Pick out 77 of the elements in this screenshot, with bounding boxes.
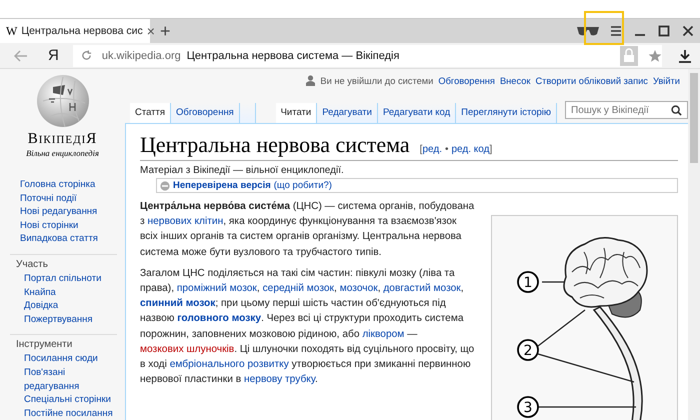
- sidebar-link[interactable]: Поточні події: [20, 192, 125, 206]
- close-icon[interactable]: [682, 25, 694, 37]
- callout-number: 2: [517, 339, 539, 361]
- personal-link[interactable]: Обговорення: [438, 76, 495, 86]
- site-tagline: Матеріал з Вікіпедії — вільної енциклопедії.: [140, 165, 345, 176]
- glasses-icon[interactable]: [576, 25, 600, 37]
- article-link[interactable]: ембріонального розвитку: [170, 359, 289, 370]
- sidebar-link[interactable]: Нові редагування: [20, 205, 125, 219]
- article-link[interactable]: середній мозок: [262, 283, 334, 294]
- page-title: Центральна нервова система — Вікіпедія: [186, 50, 400, 62]
- notice-link[interactable]: Неперевірена версія: [173, 180, 271, 191]
- page-tab[interactable]: Стаття: [130, 103, 172, 123]
- edit-link[interactable]: ред.: [422, 144, 442, 155]
- article-link[interactable]: ліквором: [362, 328, 404, 340]
- menu-icon[interactable]: [610, 25, 622, 37]
- maximize-icon[interactable]: [658, 25, 670, 37]
- sidebar-link[interactable]: Постійне посилання: [24, 406, 117, 420]
- notice-link[interactable]: (що робити?): [274, 180, 332, 191]
- leader-line: [538, 310, 586, 346]
- article-link[interactable]: головного мозку: [177, 313, 262, 324]
- sidebar-link[interactable]: Портал спільноти: [24, 272, 117, 286]
- wiki-logo-title[interactable]: ВікіпедіЯ: [28, 131, 98, 148]
- minus-circle-icon: [160, 180, 170, 190]
- personal-link[interactable]: Увійти: [652, 76, 680, 86]
- sidebar-link[interactable]: Головна сторінка: [20, 178, 125, 192]
- sidebar-heading: Інструменти: [16, 339, 74, 350]
- url-domain: uk.wikipedia.org: [102, 50, 181, 62]
- search-field[interactable]: Пошук у Вікіпедії: [565, 101, 688, 119]
- tab-title: Центральна нервова сис: [21, 25, 143, 37]
- download-icon[interactable]: [678, 48, 692, 62]
- bracket: [: [420, 144, 422, 155]
- edit-link[interactable]: ред. код: [452, 144, 490, 155]
- sidebar-link[interactable]: Посилання сюди: [24, 352, 117, 366]
- wikipedia-favicon-icon: W: [6, 24, 18, 38]
- bracket: ]: [489, 144, 492, 155]
- new-tab-button[interactable]: +: [160, 20, 171, 42]
- article-link[interactable]: проміжний мозок: [176, 283, 257, 294]
- sidebar-link[interactable]: Довідка: [24, 299, 117, 313]
- wiki-logo-tagline: Вільна енциклопедія: [26, 148, 99, 158]
- callout-number: 1: [517, 271, 539, 293]
- view-tab[interactable]: Редагувати: [317, 103, 378, 123]
- article-link[interactable]: мозочок: [340, 283, 378, 294]
- article-link[interactable]: нервових клітин: [148, 216, 224, 228]
- leader-line: [542, 281, 565, 283]
- callout-number: 3: [517, 396, 539, 418]
- separator-dot: •: [444, 144, 448, 155]
- user-icon: [306, 75, 316, 86]
- scrollbar[interactable]: [688, 69, 700, 420]
- highlight-frame: [584, 11, 624, 45]
- view-tab[interactable]: Переглянути історію: [456, 103, 557, 123]
- personal-link[interactable]: Створити обліковий запис: [535, 76, 648, 86]
- sidebar-link[interactable]: Пожертвування: [24, 312, 117, 326]
- sidebar-link[interactable]: Кнайпа: [24, 286, 117, 300]
- article-link[interactable]: нервову трубку: [244, 374, 315, 386]
- address-field[interactable]: uk.wikipedia.org Центральна нервова система — Вікіпедія: [72, 44, 662, 66]
- search-icon[interactable]: [671, 104, 682, 116]
- scrollbar-thumb[interactable]: [690, 73, 698, 163]
- article-link[interactable]: довгастий мозок: [383, 283, 461, 294]
- sidebar-link[interactable]: Нові сторінки: [20, 218, 125, 232]
- page-tab[interactable]: Обговорення: [171, 103, 240, 123]
- sidebar-link[interactable]: Випадкова стаття: [20, 232, 125, 246]
- view-tab[interactable]: Редагувати код: [378, 103, 456, 123]
- view-tab[interactable]: Читати: [276, 103, 318, 123]
- reload-icon[interactable]: [80, 50, 92, 61]
- article-title: Центральна нервова система: [140, 132, 410, 158]
- globe-drawing[interactable]: [34, 73, 90, 129]
- sidebar-link[interactable]: Пов'язані редагування: [24, 366, 117, 394]
- sidebar-heading: Участь: [16, 258, 49, 270]
- personal-link[interactable]: Внесок: [500, 76, 530, 86]
- article-link[interactable]: спинний мозок: [140, 298, 216, 310]
- browser-logo[interactable]: Я: [48, 47, 59, 64]
- sidebar-link[interactable]: Спеціальні сторінки: [24, 393, 117, 407]
- paragraph: Загалом ЦНС поділяється на такі сім частин: півкулі мозку (ліва та права), проміжний мозок, середній мозок, мозочок, довгастий мозок, спинний мозок; при цьому перші шість частин об'єднуються під назвою головного мозку. Через всі ці структури проходить система порожнин, заповнених мозковою рідиною, або ліквором — мозкових шлуночків. Ці шлуночки походять від суцільного просвіту, що в ході ембріонального розвитку утворюється при змиканні первинною нервової пластинки в нервову трубку.: [140, 266, 476, 388]
- login-status: Ви не увійшли до системи: [320, 76, 434, 86]
- star-icon[interactable]: [648, 48, 662, 62]
- paragraph: Центра́льна нерво́ва систе́ма (ЦНС) — система органів, побудована з нервових клітин, яка координує функціонування та взаємозв'язок всіх інших органів та систем органів організму. Центральна нервова система може бути вузлового та трубчастого типів.: [140, 200, 476, 260]
- article-link[interactable]: мозкових шлуночків: [140, 344, 234, 355]
